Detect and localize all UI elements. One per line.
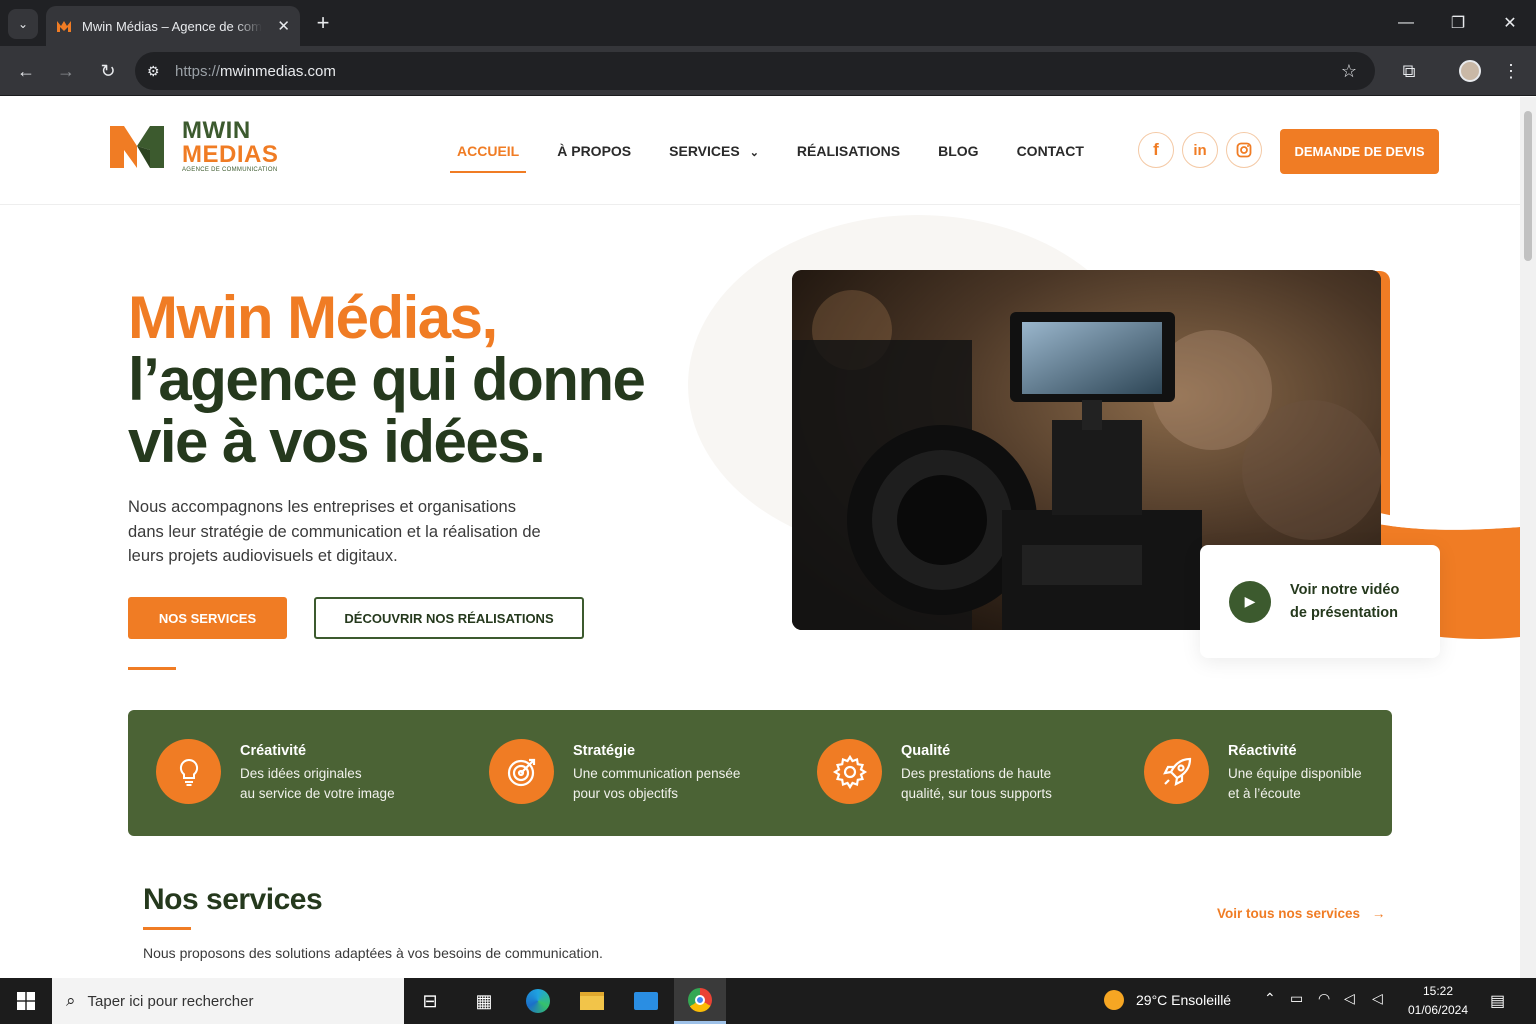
value-reactivite: Réactivité Une équipe disponible et à l’é… — [1144, 739, 1413, 804]
mail-icon[interactable] — [620, 978, 672, 1024]
values-band: Créativité Des idées originales au servic… — [128, 710, 1392, 836]
favicon-icon — [57, 21, 71, 32]
linkedin-icon[interactable]: in — [1182, 132, 1218, 168]
chevron-down-icon: ⌄ — [749, 147, 759, 159]
services-divider — [143, 927, 191, 930]
nav-accueil[interactable]: ACCUEIL — [438, 141, 538, 173]
restore-button[interactable]: ❐ — [1432, 0, 1484, 46]
value-title: Qualité — [901, 743, 951, 759]
facebook-icon[interactable]: f — [1138, 132, 1174, 168]
value-description: Des prestations de haute qualité, sur tou… — [901, 766, 1052, 801]
site-info-icon[interactable]: ⚙ — [147, 63, 167, 80]
realisations-button[interactable]: DÉCOUVRIR NOS RÉALISATIONS — [314, 597, 584, 639]
address-bar[interactable]: ⚙ https://mwinmedias.com ☆ — [135, 52, 1375, 90]
chrome-icon[interactable] — [674, 978, 726, 1024]
weather-widget[interactable]: 29°C Ensoleillé — [1104, 990, 1231, 1010]
windows-taskbar: ⌕ Taper ici pour rechercher ⊟ ▦ 29°C Ens… — [0, 978, 1536, 1024]
hero-title: Mwin Médias, l’agence qui donne vie à vo… — [128, 284, 646, 475]
extensions-icon[interactable]: ⧉ — [1394, 56, 1424, 86]
services-subtitle: Nous proposons des solutions adaptées à … — [143, 945, 603, 961]
video-card-label: Voir notre vidéo de présentation — [1290, 581, 1400, 621]
edge-icon[interactable] — [512, 978, 564, 1024]
browser-toolbar: ← → ↻ ⚙ https://mwinmedias.com ☆ ⧉ ⋮ — [0, 46, 1536, 96]
search-icon: ⌕ — [66, 991, 76, 1010]
web-page: MWIN MEDIAS AGENCE DE COMMUNICATION ACCU… — [0, 97, 1520, 978]
nav-blog[interactable]: BLOG — [919, 141, 997, 161]
all-services-link[interactable]: Voir tous nos services → — [1217, 906, 1385, 921]
value-title: Stratégie — [573, 743, 636, 759]
battery-icon[interactable]: ▭ — [1290, 990, 1303, 1007]
value-description: Une équipe disponible et à l’écoute — [1228, 766, 1362, 801]
rocket-icon — [1144, 739, 1209, 804]
services-button[interactable]: NOS SERVICES — [128, 597, 287, 639]
browser-menu-icon[interactable]: ⋮ — [1496, 56, 1526, 86]
close-window-button[interactable]: ✕ — [1484, 0, 1536, 46]
logo-text: MWIN MEDIAS AGENCE DE COMMUNICATION — [182, 117, 279, 174]
instagram-icon[interactable] — [1226, 132, 1262, 168]
new-tab-button[interactable]: + — [310, 10, 336, 36]
profile-avatar[interactable] — [1455, 56, 1485, 86]
page-scrollbar[interactable] — [1520, 97, 1536, 978]
site-logo[interactable]: MWIN MEDIAS AGENCE DE COMMUNICATION — [108, 119, 278, 173]
services-title: Nos services — [143, 883, 323, 916]
logo-mark-icon — [110, 126, 164, 168]
wifi-icon[interactable]: ◠ — [1318, 990, 1330, 1007]
taskbar-clock[interactable]: 15:22 01/06/2024 — [1398, 982, 1478, 1020]
scrollbar-thumb[interactable] — [1524, 111, 1532, 261]
sun-icon — [1104, 990, 1124, 1010]
task-view-icon[interactable]: ⊟ — [404, 978, 456, 1024]
file-explorer-icon[interactable] — [566, 978, 618, 1024]
value-title: Réactivité — [1228, 743, 1297, 759]
main-nav: ACCUEIL À PROPOS SERVICES ⌄ RÉALISATIONS … — [438, 141, 1103, 173]
hero-divider — [128, 667, 176, 670]
speaker-icon[interactable]: ◁ — [1372, 990, 1383, 1007]
hero-paragraph: Nous accompagnons les entreprises et org… — [128, 498, 541, 565]
windows-start-button[interactable] — [0, 978, 52, 1024]
tab-title: Mwin Médias – Agence de communication — [82, 18, 262, 34]
tab-close-icon[interactable]: ✕ — [277, 17, 290, 35]
gear-icon — [817, 739, 882, 804]
notification-icon[interactable]: ▤ — [1490, 991, 1505, 1011]
widgets-icon[interactable]: ▦ — [458, 978, 510, 1024]
taskbar-search[interactable]: ⌕ Taper ici pour rechercher — [52, 978, 404, 1024]
quote-request-button[interactable]: DEMANDE DE DEVIS — [1280, 129, 1439, 174]
windows-logo-icon — [17, 992, 35, 1010]
reload-button[interactable]: ↻ — [93, 56, 123, 86]
value-qualite: Qualité Des prestations de haute qualité,… — [817, 739, 1086, 804]
value-description: Des idées originales au service de votre … — [240, 766, 395, 801]
browser-tab-bar: ⌄ Mwin Médias – Agence de communication … — [0, 0, 1536, 46]
browser-tab[interactable]: Mwin Médias – Agence de communication ✕ — [46, 6, 300, 46]
nav-contact[interactable]: CONTACT — [998, 141, 1103, 161]
value-description: Une communication pensée pour vos objecti… — [573, 766, 741, 801]
lightbulb-icon — [156, 739, 221, 804]
weather-text: 29°C Ensoleillé — [1136, 992, 1232, 1008]
site-header: MWIN MEDIAS AGENCE DE COMMUNICATION ACCU… — [0, 97, 1520, 205]
volume-icon[interactable]: ◁ — [1344, 990, 1355, 1007]
video-presentation-card[interactable]: ▶ Voir notre vidéo de présentation — [1200, 545, 1440, 658]
search-placeholder: Taper ici pour rechercher — [87, 992, 254, 1010]
nav-realisations[interactable]: RÉALISATIONS — [778, 141, 919, 161]
value-strategie: Stratégie Une communication pensée pour v… — [489, 739, 758, 804]
arrow-right-icon: → — [1371, 906, 1386, 921]
value-title: Créativité — [240, 743, 307, 759]
back-button[interactable]: ← — [11, 56, 41, 86]
nav-a-propos[interactable]: À PROPOS — [538, 141, 650, 161]
target-icon — [489, 739, 554, 804]
value-creativite: Créativité Des idées originales au servic… — [156, 739, 425, 804]
tab-search-button[interactable]: ⌄ — [8, 9, 38, 39]
forward-button[interactable]: → — [51, 56, 81, 86]
nav-services[interactable]: SERVICES ⌄ — [650, 141, 778, 161]
play-icon[interactable]: ▶ — [1229, 580, 1271, 623]
url-text: https://mwinmedias.com — [175, 62, 336, 80]
tray-chevron-icon[interactable]: ⌃ — [1264, 990, 1276, 1007]
bookmark-star-icon[interactable]: ☆ — [1341, 61, 1357, 82]
minimize-button[interactable]: — — [1380, 0, 1432, 46]
